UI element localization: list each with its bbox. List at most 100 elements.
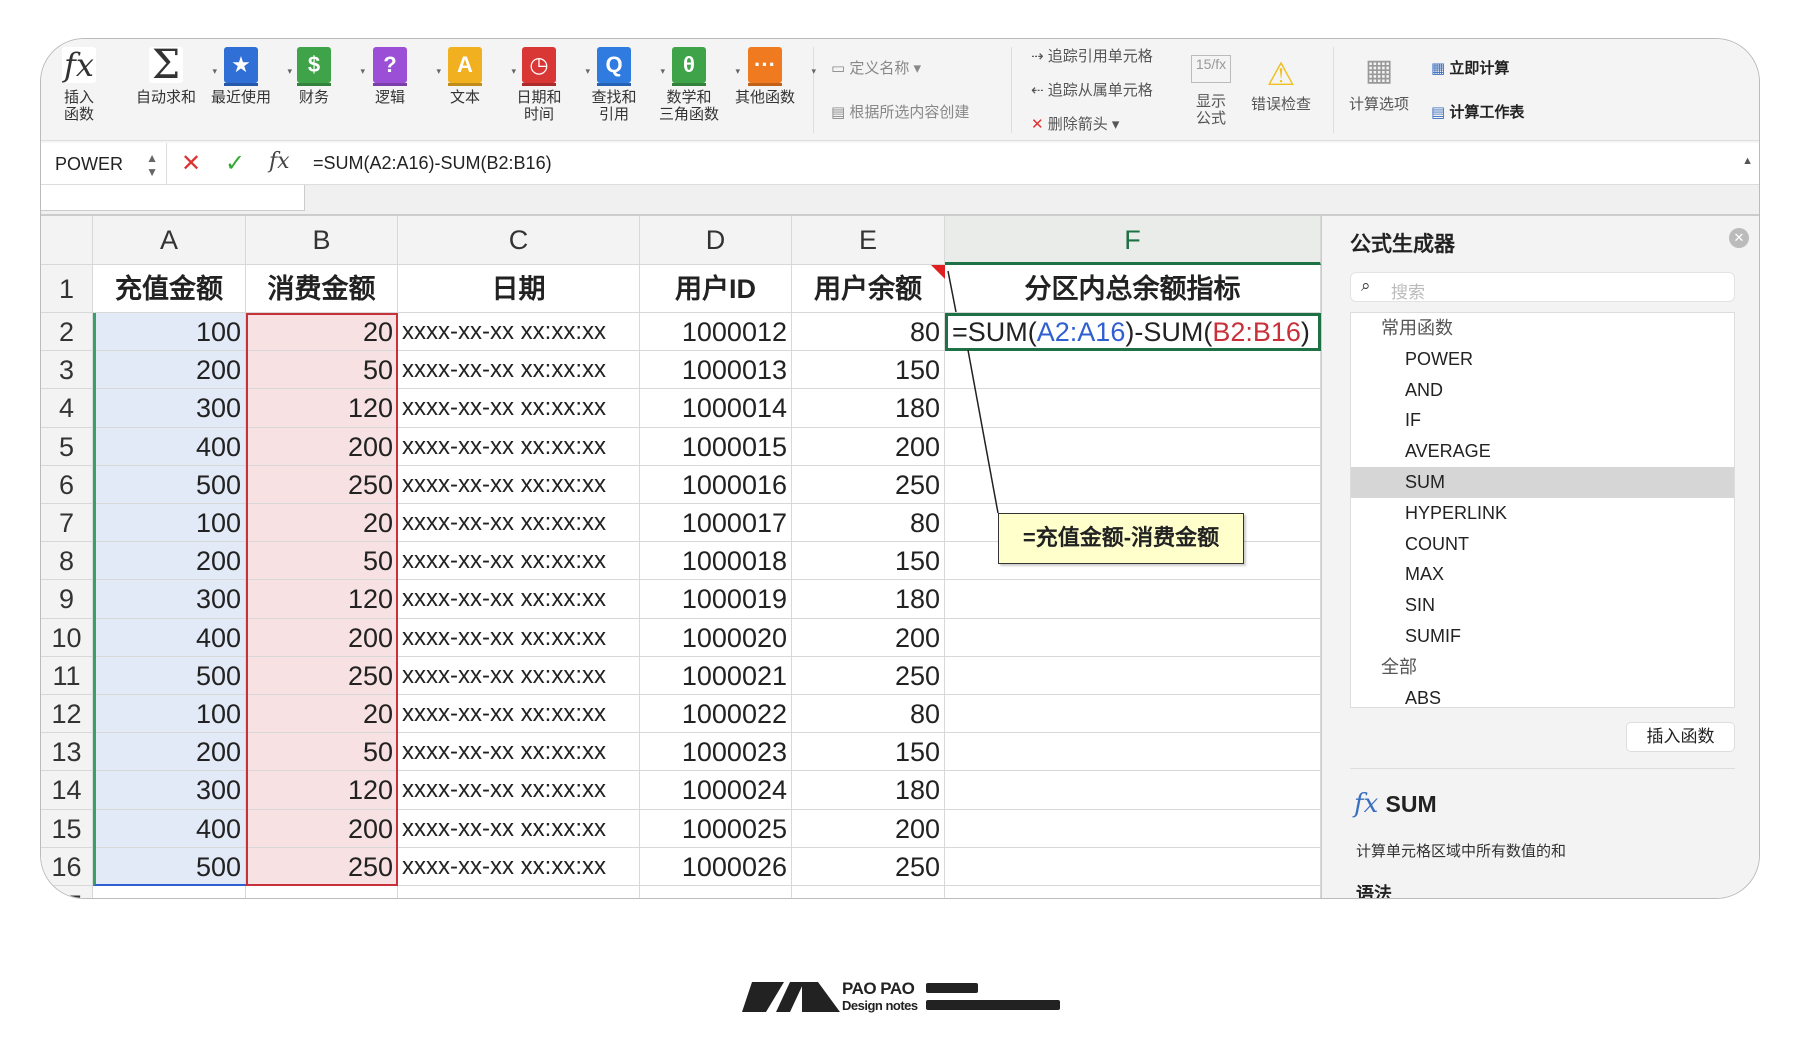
function-list-item[interactable]: HYPERLINK [1351,498,1734,529]
ribbon-button-label: 最近使用 [206,89,276,106]
formula-bar: POWER▲▼ ✕ ✓ fx =SUM(A2:A16)-SUM(B2:B16) … [41,143,1759,185]
clock-book-icon: ◷ [522,47,556,83]
remove-arrows-button[interactable]: ✕ 删除箭头 ▾ [1031,113,1119,134]
calc-now-button[interactable]: ▦ 立即计算 [1431,57,1509,78]
panel-title: 公式生成器 [1350,228,1455,258]
comment-overlay [41,216,1321,899]
function-list-item[interactable]: COUNT [1351,529,1734,560]
calculator-icon: ▦ [1431,60,1445,77]
calc-sheet-label: 计算工作表 [1449,104,1524,121]
text-book-icon: A [448,47,482,83]
logic-book-icon: ? [373,47,407,83]
ribbon-button-8[interactable]: θ数学和 三角函数▾ [654,47,724,123]
function-search-input[interactable]: ⌕ 搜索 [1350,272,1735,302]
insert-function-button[interactable]: 插入函数 [1626,722,1735,752]
comment-connector [948,271,956,312]
create-from-selection-button[interactable]: ▤ 根据所选内容创建 [831,101,969,122]
logo-bar [926,983,978,993]
ribbon-button-label: 自动求和 [131,89,201,106]
calc-sheet-button[interactable]: ▤ 计算工作表 [1431,101,1524,122]
remove-arrows-icon: ✕ [1031,116,1044,133]
sheet-calc-icon: ▤ [1431,104,1445,121]
function-list-item[interactable]: POWER [1351,344,1734,375]
function-list[interactable]: 常用函数POWERANDIFAVERAGESUMHYPERLINKCOUNTMA… [1350,312,1735,708]
calc-now-label: 立即计算 [1449,60,1509,77]
define-name-label: 定义名称 [849,60,909,77]
name-box-stepper-icon[interactable]: ▲▼ [146,143,158,179]
comment-connector [968,350,998,513]
ribbon-button-label: 数学和 三角函数 [654,89,724,123]
ribbon-button-label: 日期和 时间 [504,89,574,123]
error-check-label: 错误检查 [1251,96,1311,113]
trace-dependents-button[interactable]: ⇠ 追踪从属单元格 [1031,79,1153,100]
trace-precedents-button[interactable]: ⇢ 追踪引用单元格 [1031,45,1153,66]
ribbon-button-6[interactable]: ◷日期和 时间▾ [504,47,574,123]
more-book-icon: ··· [748,47,782,83]
ribbon-button-label: 查找和 引用 [579,89,649,123]
ribbon-divider [1011,47,1012,133]
function-list-item[interactable]: IF [1351,405,1734,436]
define-name-button[interactable]: ▭ 定义名称 ▾ [831,57,921,78]
ribbon-divider [1333,47,1334,133]
fx-icon: fx [62,47,96,83]
function-list-item[interactable]: ABS [1351,683,1734,708]
ribbon-button-label: 逻辑 [355,89,425,106]
ribbon-button-7[interactable]: Q查找和 引用▾ [579,47,649,123]
formula-input[interactable]: =SUM(A2:A16)-SUM(B2:B16) [313,153,552,174]
function-list-item[interactable]: SIN [1351,590,1734,621]
search-placeholder: 搜索 [1391,278,1425,303]
error-check-button[interactable]: ⚠错误检查 [1251,55,1311,114]
function-category[interactable]: 常用函数 [1351,313,1734,344]
ribbon-button-0[interactable]: fx 插入 函数 [44,47,114,123]
name-box-dropdown-area [41,185,305,211]
ribbon-button-2[interactable]: ★最近使用▾ [206,47,276,106]
search-book-icon: Q [597,47,631,83]
remove-arrows-label: 删除箭头 [1048,116,1108,133]
ribbon-button-3[interactable]: $财务▾ [279,47,349,106]
show-formulas-button[interactable]: 15/fx显示 公式 [1191,55,1231,127]
show-formulas-icon: 15/fx [1191,55,1231,83]
collapse-formula-bar-icon[interactable]: ▲ [1742,155,1753,167]
ribbon-button-label: 其他函数 [730,89,800,106]
dropdown-arrow-icon[interactable]: ▾ [811,63,816,80]
finance-book-icon: $ [297,47,331,83]
function-list-item[interactable]: MAX [1351,559,1734,590]
cancel-icon[interactable]: ✕ [181,149,201,178]
search-icon: ⌕ [1361,276,1371,296]
function-list-item[interactable]: SUM [1351,467,1734,498]
function-list-item[interactable]: AND [1351,375,1734,406]
logo-mark-icon [740,980,840,1014]
ribbon-button-label: 文本 [430,89,500,106]
logo-sub: Design notes [842,998,918,1013]
close-panel-icon[interactable]: ✕ [1729,228,1749,248]
ribbon-button-1[interactable]: Σ自动求和▾ [131,47,201,106]
ribbon-button-9[interactable]: ···其他函数▾ [730,47,800,106]
star-book-icon: ★ [224,47,258,83]
function-name: SUM [1386,791,1437,817]
calc-options-button[interactable]: ▦ 计算选项 [1349,53,1409,114]
panel-divider [1350,768,1735,769]
ribbon-divider [813,47,814,133]
theta-book-icon: θ [672,47,706,83]
ribbon-button-label: 插入 函数 [44,89,114,123]
logo-brand: PAO PAO [842,980,914,997]
formula-builder-panel: 公式生成器 ✕ ⌕ 搜索 常用函数POWERANDIFAVERAGESUMHYP… [1321,216,1760,899]
function-category[interactable]: 全部 [1351,652,1734,683]
name-box-value: POWER [55,154,123,174]
paopao-logo: PAO PAO Design notes [740,980,1060,1014]
excel-window: ▭ 定义名称 ▾ ▤ 根据所选内容创建 ⇢ 追踪引用单元格 ⇠ 追踪从属单元格 … [40,38,1760,899]
calculator-gear-icon: ▦ [1349,53,1409,93]
name-box[interactable]: POWER ▲▼ [41,143,167,185]
function-list-item[interactable]: AVERAGE [1351,436,1734,467]
calc-options-label: 计算选项 [1349,96,1409,113]
function-description: 计算单元格区域中所有数值的和 [1356,840,1566,861]
ribbon-button-5[interactable]: A文本▾ [430,47,500,106]
insert-function-fx-icon[interactable]: fx [269,149,290,174]
function-list-item[interactable]: SUMIF [1351,621,1734,652]
ribbon-button-4[interactable]: ?逻辑▾ [355,47,425,106]
trace-dependents-label: 追踪从属单元格 [1048,82,1153,99]
logo-bar [926,1000,1060,1010]
enter-check-icon[interactable]: ✓ [225,149,245,178]
sigma-icon: Σ [149,47,183,83]
create-from-selection-label: 根据所选内容创建 [849,104,969,121]
